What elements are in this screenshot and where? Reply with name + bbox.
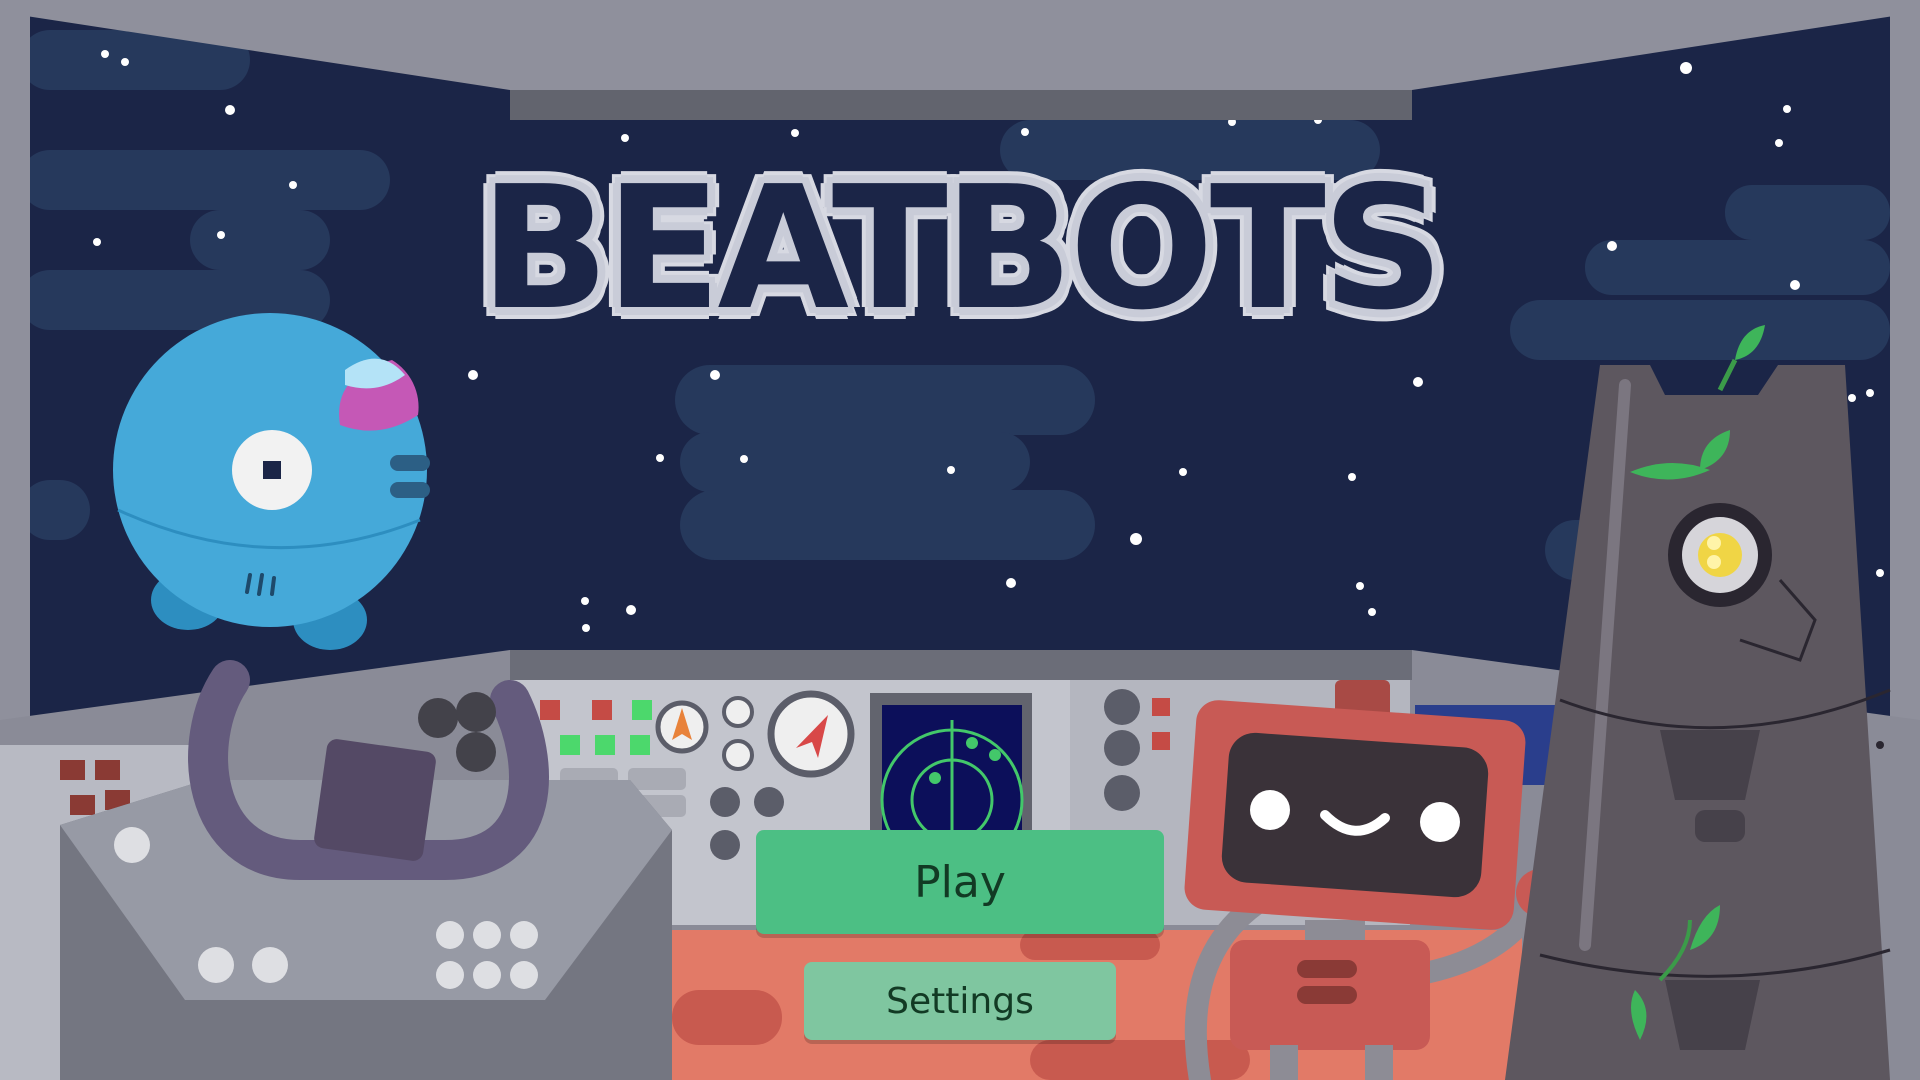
game-title: BEATBOTS bbox=[479, 150, 1445, 348]
settings-button[interactable]: Settings bbox=[804, 962, 1116, 1040]
play-button[interactable]: Play bbox=[756, 830, 1164, 934]
